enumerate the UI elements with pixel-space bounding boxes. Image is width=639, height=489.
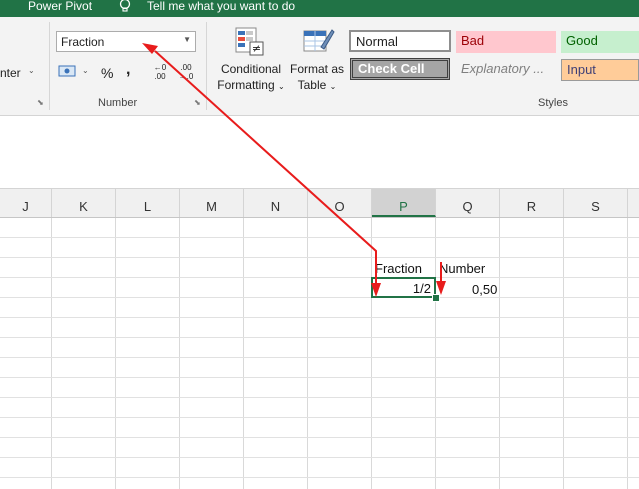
annotation-arrow-to-format [142,43,377,260]
annotation-arrow-to-q [436,262,446,295]
annotation-arrows [142,43,446,297]
annotation-arrow-to-p [371,260,381,297]
